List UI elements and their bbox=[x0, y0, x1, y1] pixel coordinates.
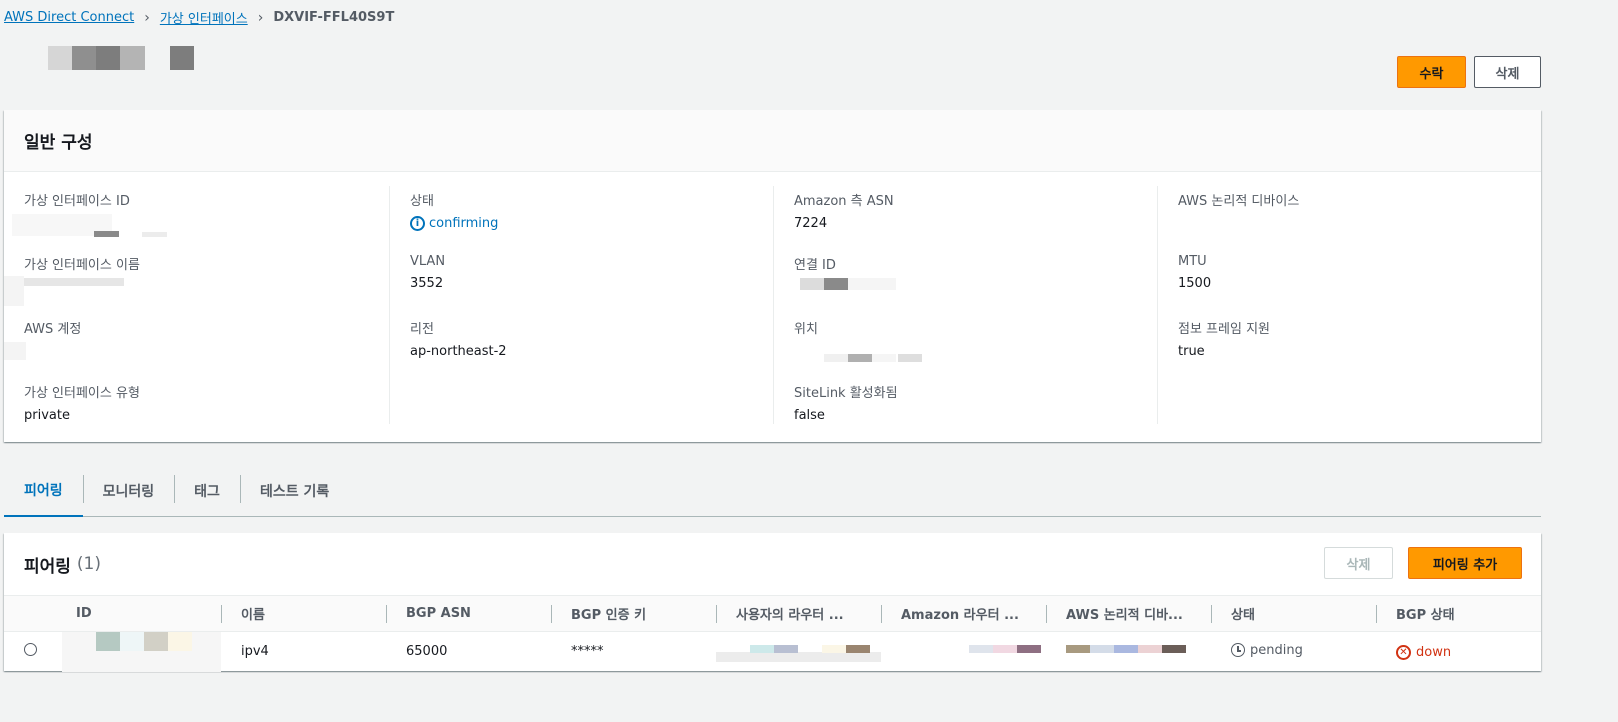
tabs: 피어링 모니터링 태그 테스트 기록 bbox=[4, 465, 1541, 517]
config-column-4: AWS 논리적 디바이스 MTU 1500 점보 프레임 지원 true bbox=[1157, 186, 1541, 424]
col-state[interactable]: 상태 bbox=[1211, 595, 1376, 632]
peering-count: (1) bbox=[76, 554, 102, 574]
peering-panel: 피어링 (1) 삭제 피어링 추가 ID 이름 BGP ASN BGP 인증 키… bbox=[4, 533, 1541, 672]
peering-title: 피어링 bbox=[24, 556, 71, 577]
bgp-down-status: ✕ down bbox=[1396, 645, 1451, 660]
pending-status: pending bbox=[1231, 643, 1303, 658]
error-x-icon: ✕ bbox=[1396, 645, 1411, 660]
row-name: ipv4 bbox=[241, 644, 269, 660]
region-value: ap-northeast-2 bbox=[410, 344, 507, 359]
sitelink-label: SiteLink 활성화됨 bbox=[794, 386, 898, 401]
col-bgp-state[interactable]: BGP 상태 bbox=[1376, 595, 1541, 632]
general-config-panel: 일반 구성 가상 인터페이스 ID 가상 인터페이스 이름 AWS 계정 가상 … bbox=[4, 110, 1541, 442]
peering-table: ID 이름 BGP ASN BGP 인증 키 사용자의 라우터 ... Amaz… bbox=[4, 595, 1541, 672]
field-region: 리전 ap-northeast-2 bbox=[410, 318, 507, 359]
row-bgp-state-value: down bbox=[1416, 645, 1452, 660]
chevron-right-icon: › bbox=[144, 9, 150, 26]
field-state: 상태 i confirming bbox=[410, 190, 498, 231]
aws-account-value-redacted bbox=[4, 342, 26, 360]
tab-tags[interactable]: 태그 bbox=[174, 465, 240, 516]
vlan-value: 3552 bbox=[410, 276, 444, 291]
field-sitelink: SiteLink 활성화됨 false bbox=[794, 382, 898, 423]
tab-test-history[interactable]: 테스트 기록 bbox=[239, 465, 349, 516]
jumbo-label: 점보 프레임 지원 bbox=[1178, 322, 1270, 337]
row-aws-device-redacted bbox=[1046, 632, 1211, 672]
accept-button[interactable]: 수락 bbox=[1397, 56, 1466, 88]
sitelink-value: false bbox=[794, 408, 825, 423]
config-column-3: Amazon 측 ASN 7224 연결 ID 위치 SiteLink 활성화됨… bbox=[773, 186, 1157, 424]
table-row[interactable]: ipv4 65000 ***** pending ✕ down bbox=[4, 631, 1541, 672]
field-vif-id: 가상 인터페이스 ID bbox=[12, 190, 167, 237]
field-mtu: MTU 1500 bbox=[1178, 254, 1211, 291]
row-auth-key: ***** bbox=[571, 644, 604, 660]
row-select-cell bbox=[4, 632, 56, 672]
state-value: confirming bbox=[429, 216, 499, 231]
row-bgp-state: ✕ down bbox=[1376, 632, 1541, 672]
vif-type-value: private bbox=[24, 408, 70, 423]
region-label: 리전 bbox=[410, 322, 434, 337]
field-location: 위치 bbox=[794, 318, 922, 362]
row-radio[interactable] bbox=[24, 643, 37, 657]
field-vif-type: 가상 인터페이스 유형 private bbox=[24, 382, 140, 423]
row-amazon-router-redacted bbox=[881, 632, 1046, 672]
field-aws-device: AWS 논리적 디바이스 bbox=[1178, 190, 1299, 209]
col-select bbox=[4, 595, 56, 632]
col-customer-router[interactable]: 사용자의 라우터 ... bbox=[716, 595, 881, 632]
peering-delete-button[interactable]: 삭제 bbox=[1324, 547, 1393, 579]
general-config-title: 일반 구성 bbox=[4, 110, 1541, 172]
config-column-2: 상태 i confirming VLAN 3552 리전 ap-northeas… bbox=[389, 186, 773, 424]
aws-account-label: AWS 계정 bbox=[24, 322, 82, 337]
state-label: 상태 bbox=[410, 194, 434, 209]
tab-monitoring[interactable]: 모니터링 bbox=[82, 465, 175, 516]
col-id[interactable]: ID bbox=[56, 595, 221, 632]
field-aws-account: AWS 계정 bbox=[4, 318, 82, 360]
vif-id-value-redacted bbox=[12, 214, 172, 238]
add-peering-button[interactable]: 피어링 추가 bbox=[1408, 547, 1522, 579]
location-label: 위치 bbox=[794, 322, 818, 337]
row-state-value: pending bbox=[1250, 642, 1303, 658]
row-id-redacted bbox=[56, 631, 221, 672]
connection-id-label: 연결 ID bbox=[794, 258, 836, 273]
tab-peering[interactable]: 피어링 bbox=[4, 465, 83, 517]
field-vlan: VLAN 3552 bbox=[410, 254, 445, 291]
col-name[interactable]: 이름 bbox=[221, 595, 386, 632]
row-customer-router-redacted bbox=[716, 632, 881, 672]
chevron-right-icon: › bbox=[257, 9, 264, 26]
field-jumbo-frames: 점보 프레임 지원 true bbox=[1178, 318, 1270, 359]
breadcrumb: AWS Direct Connect › 가상 인터페이스 › DXVIF-FF… bbox=[4, 8, 395, 28]
breadcrumb-link-virtual-interfaces[interactable]: 가상 인터페이스 bbox=[160, 8, 248, 27]
row-bgp-asn: 65000 bbox=[406, 644, 448, 660]
breadcrumb-current: DXVIF-FFL40S9T bbox=[273, 10, 395, 25]
clock-icon bbox=[1231, 643, 1245, 657]
breadcrumb-link-direct-connect[interactable]: AWS Direct Connect bbox=[4, 10, 134, 25]
vif-id-label: 가상 인터페이스 ID bbox=[24, 194, 130, 209]
state-status: i confirming bbox=[410, 216, 498, 231]
field-amazon-asn: Amazon 측 ASN 7224 bbox=[794, 190, 894, 231]
field-connection-id: 연결 ID bbox=[794, 254, 896, 290]
amazon-asn-value: 7224 bbox=[794, 216, 828, 231]
connection-id-value-redacted bbox=[800, 278, 896, 290]
config-column-1: 가상 인터페이스 ID 가상 인터페이스 이름 AWS 계정 가상 인터페이스 … bbox=[4, 186, 389, 424]
location-value-redacted bbox=[824, 354, 922, 362]
page-title-redacted bbox=[48, 46, 194, 70]
delete-button[interactable]: 삭제 bbox=[1474, 56, 1541, 88]
vif-name-label: 가상 인터페이스 이름 bbox=[24, 258, 140, 273]
field-vif-name: 가상 인터페이스 이름 bbox=[4, 254, 140, 306]
col-aws-device[interactable]: AWS 논리적 디바... bbox=[1046, 595, 1211, 632]
mtu-label: MTU bbox=[1178, 254, 1207, 269]
info-icon: i bbox=[410, 216, 425, 231]
amazon-asn-label: Amazon 측 ASN bbox=[794, 194, 894, 209]
vif-name-value-redacted bbox=[4, 276, 124, 306]
vlan-label: VLAN bbox=[410, 254, 446, 269]
mtu-value: 1500 bbox=[1178, 276, 1212, 291]
col-bgp-auth-key[interactable]: BGP 인증 키 bbox=[551, 595, 716, 632]
col-bgp-asn[interactable]: BGP ASN bbox=[386, 595, 551, 632]
peering-header: 피어링 (1) bbox=[4, 533, 1541, 595]
aws-device-label: AWS 논리적 디바이스 bbox=[1178, 194, 1300, 209]
peering-table-header: ID 이름 BGP ASN BGP 인증 키 사용자의 라우터 ... Amaz… bbox=[4, 595, 1541, 632]
col-amazon-router[interactable]: Amazon 라우터 ... bbox=[881, 595, 1046, 632]
jumbo-value: true bbox=[1178, 344, 1205, 359]
row-state: pending bbox=[1211, 632, 1376, 672]
vif-type-label: 가상 인터페이스 유형 bbox=[24, 386, 140, 401]
